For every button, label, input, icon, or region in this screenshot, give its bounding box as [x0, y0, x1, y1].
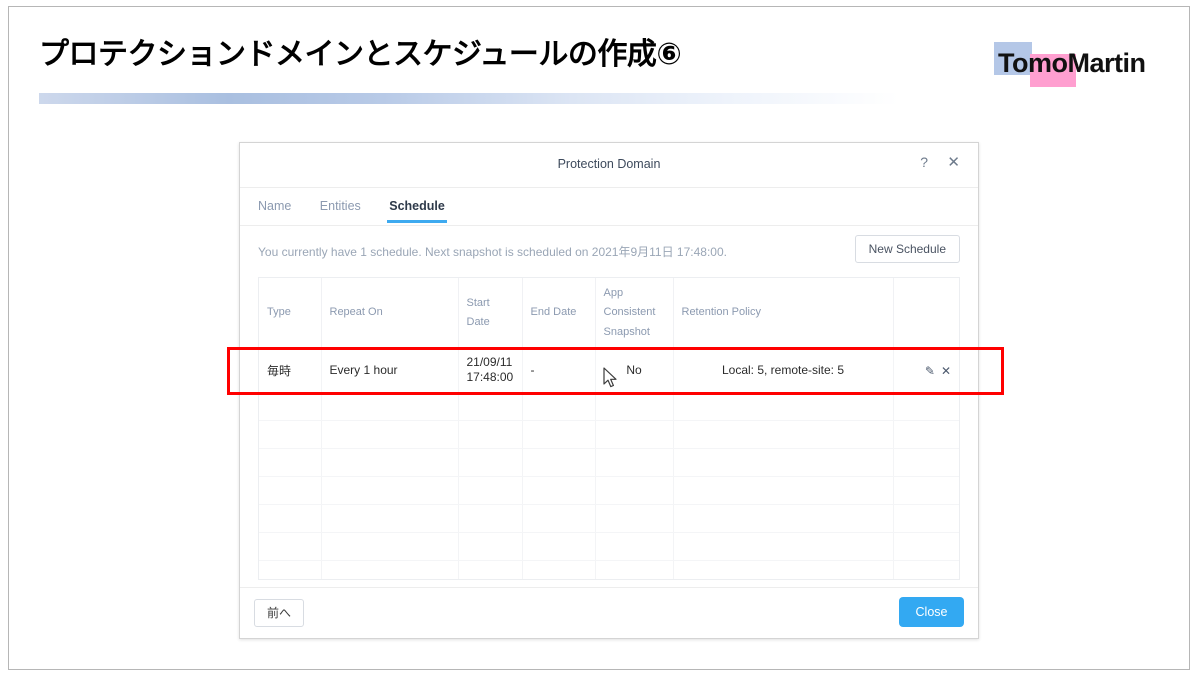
brand-logo: TomoMartin — [994, 40, 1164, 92]
schedule-table-container: Type Repeat On Start Date End Date App C… — [258, 277, 960, 580]
previous-button[interactable]: 前へ — [254, 599, 305, 627]
title-divider-gradient — [39, 93, 899, 104]
dialog-footer: 前へ Close — [240, 587, 978, 638]
schedule-table: Type Repeat On Start Date End Date App C… — [259, 278, 959, 579]
cell-end-date: - — [522, 348, 596, 393]
table-row-empty — [259, 448, 959, 477]
schedule-info-bar: You currently have 1 schedule. Next snap… — [240, 226, 978, 274]
close-button[interactable]: Close — [899, 597, 964, 627]
start-date-day: 21/09/11 — [466, 355, 513, 370]
cell-type: 毎時 — [259, 348, 322, 393]
new-schedule-button[interactable]: New Schedule — [854, 235, 960, 263]
table-row-empty — [259, 476, 959, 505]
cell-start-date: 21/09/11 17:48:00 — [458, 348, 523, 393]
table-row-empty — [259, 532, 959, 561]
slide-canvas: プロテクションドメインとスケジュールの作成⑥ TomoMartin Protec… — [8, 6, 1190, 670]
table-row-empty — [259, 420, 959, 449]
help-icon[interactable]: ? — [920, 155, 928, 169]
cell-app-consistent-snapshot: No — [595, 348, 674, 393]
table-row-empty — [259, 560, 959, 579]
col-retention-policy: Retention Policy — [673, 278, 894, 349]
schedule-table-body: 毎時 Every 1 hour 21/09/11 17:48:00 - No L… — [259, 348, 959, 579]
tab-name[interactable]: Name — [258, 188, 291, 222]
protection-domain-dialog: Protection Domain ? ✕ Name Entities Sche… — [239, 142, 979, 639]
page-title: プロテクションドメインとスケジュールの作成⑥ — [39, 38, 682, 71]
cell-retention-policy: Local: 5, remote-site: 5 — [673, 348, 894, 393]
schedule-info-text: You currently have 1 schedule. Next snap… — [258, 245, 727, 259]
col-actions — [893, 278, 959, 349]
table-header-row: Type Repeat On Start Date End Date App C… — [259, 278, 959, 349]
dialog-tabs: Name Entities Schedule — [240, 188, 978, 226]
cell-repeat-on: Every 1 hour — [321, 348, 459, 393]
col-repeat-on: Repeat On — [321, 278, 459, 349]
col-start-date: Start Date — [458, 278, 523, 349]
table-row-empty — [259, 504, 959, 533]
dialog-title: Protection Domain — [557, 157, 661, 171]
cell-row-actions: ✎ ✕ — [893, 348, 959, 393]
logo-text: TomoMartin — [998, 48, 1146, 78]
schedule-table-head: Type Repeat On Start Date End Date App C… — [259, 278, 959, 349]
start-date-time: 17:48:00 — [466, 370, 514, 385]
delete-icon[interactable]: ✕ — [941, 364, 951, 378]
col-app-consistent-snapshot: App Consistent Snapshot — [595, 278, 674, 349]
table-row-empty — [259, 392, 959, 421]
close-icon[interactable]: ✕ — [947, 155, 960, 170]
col-type: Type — [259, 278, 322, 349]
dialog-header: Protection Domain ? ✕ — [240, 143, 978, 188]
table-row[interactable]: 毎時 Every 1 hour 21/09/11 17:48:00 - No L… — [259, 348, 959, 393]
tab-entities[interactable]: Entities — [320, 188, 361, 222]
col-end-date: End Date — [522, 278, 596, 349]
tab-schedule[interactable]: Schedule — [387, 188, 447, 223]
edit-icon[interactable]: ✎ — [925, 364, 935, 378]
